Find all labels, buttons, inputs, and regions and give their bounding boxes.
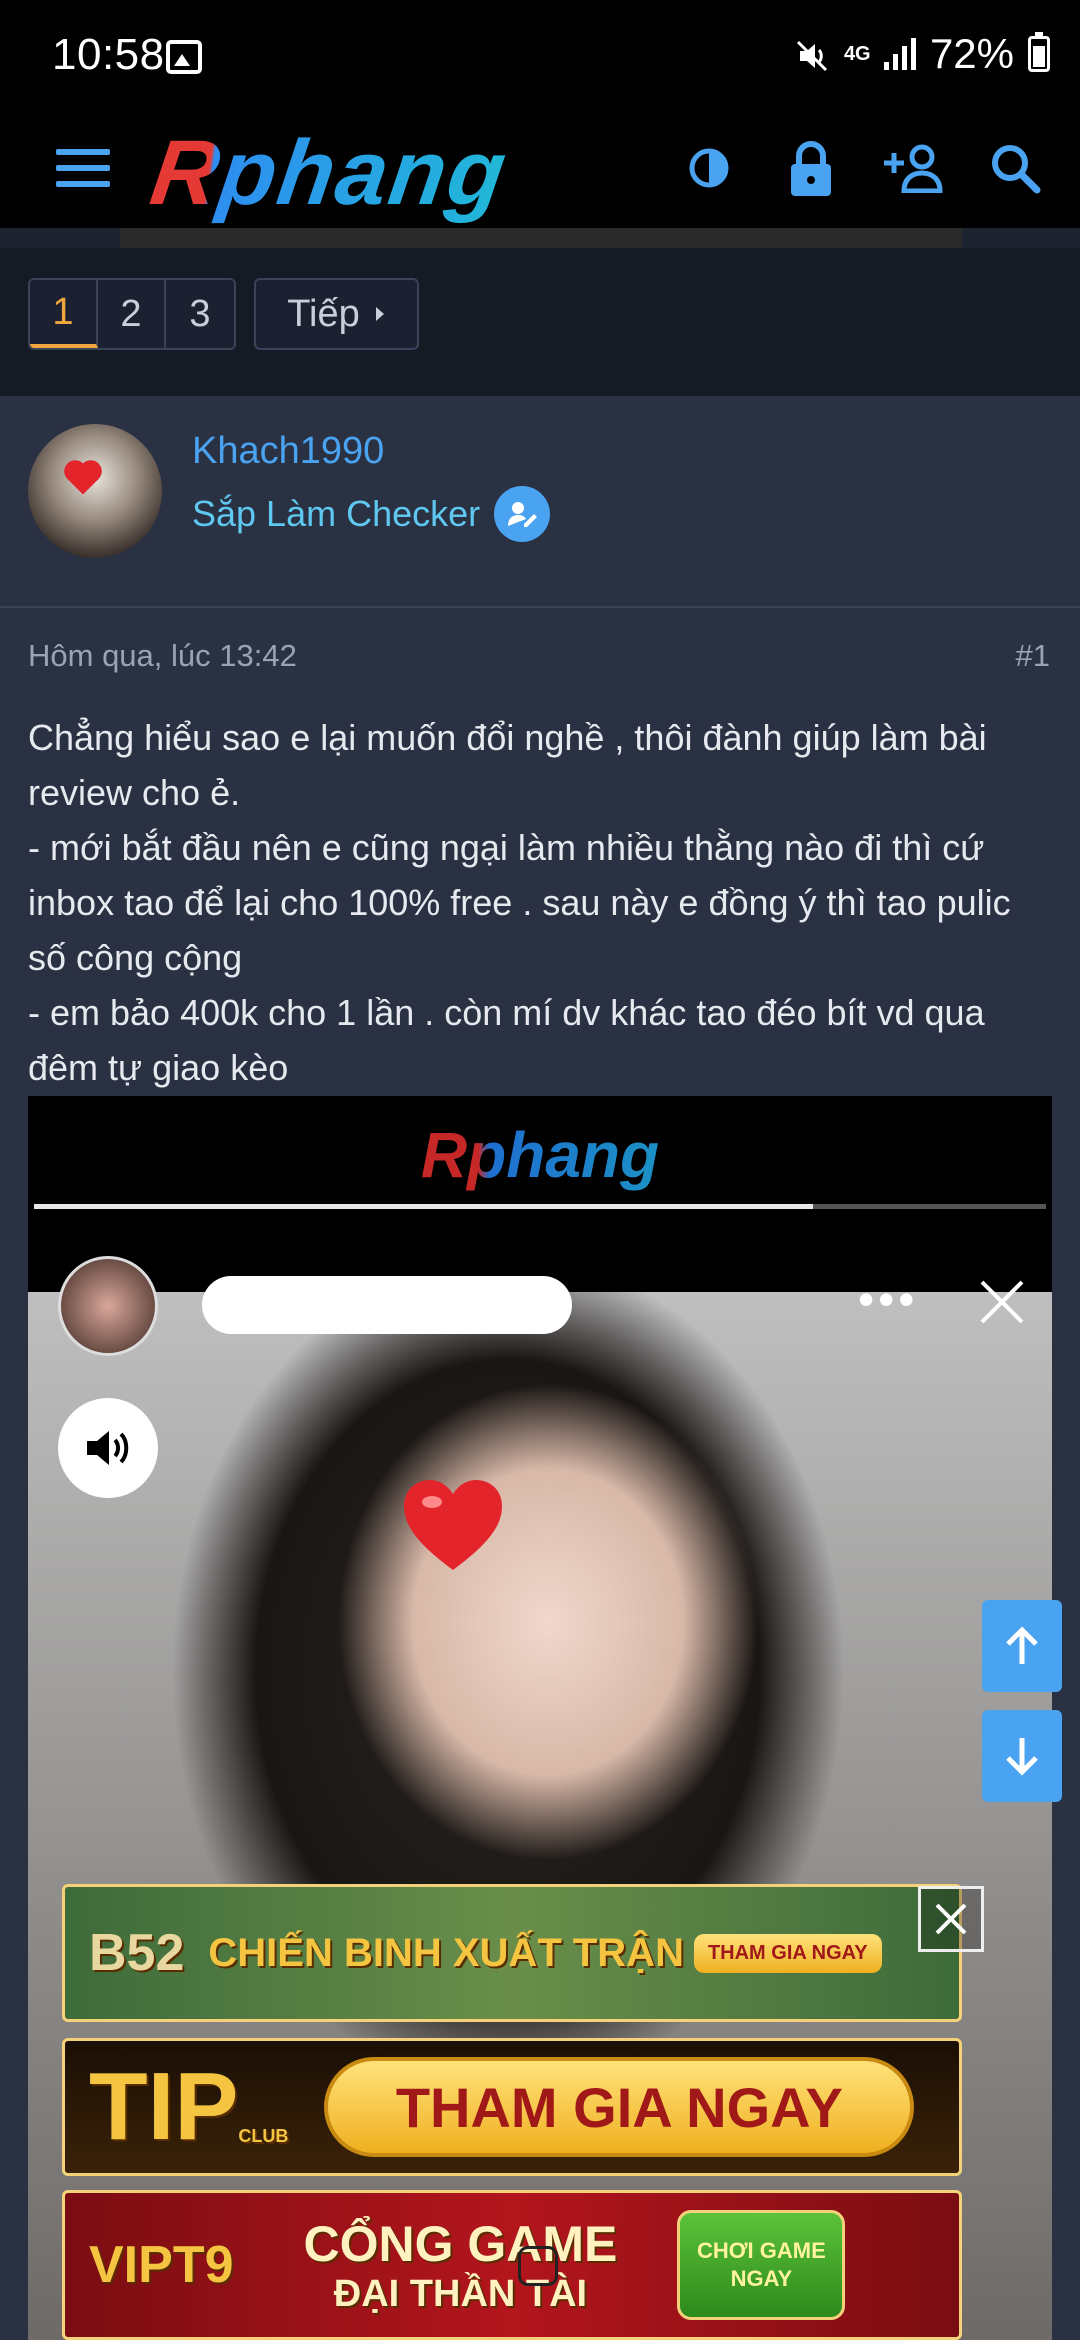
ad-cta: THAM GIA NGAY xyxy=(324,2057,915,2157)
verified-badge-icon xyxy=(494,486,551,542)
pagination: 1 2 3 xyxy=(28,278,236,350)
arrow-up-icon xyxy=(1006,1626,1038,1664)
page-1-button[interactable]: 1 xyxy=(30,280,98,348)
pagination-area: 1 2 3 Tiếp xyxy=(0,248,1080,396)
heart-sticker-icon xyxy=(67,463,99,495)
ad-text: ĐẠI THẦN TÀI xyxy=(333,2272,588,2315)
site-logo[interactable]: Rphang xyxy=(145,121,514,226)
page-3-button[interactable]: 3 xyxy=(166,280,234,348)
ad-brand: VIPT9 xyxy=(89,2236,234,2294)
ad-close-button[interactable] xyxy=(918,1886,984,1952)
ad-cta: CHƠI GAME NGAY xyxy=(677,2210,846,2320)
post-line: - mới bắt đầu nên e cũng ngại làm nhiều … xyxy=(28,827,1021,978)
search-icon[interactable] xyxy=(982,135,1048,201)
ad-text-block: CỔNG GAME ĐẠI THẦN TÀI xyxy=(304,2215,618,2316)
username[interactable]: Khach1990 xyxy=(192,430,384,473)
ad-banner-vipt9[interactable]: VIPT9 CỔNG GAME ĐẠI THẦN TÀI CHƠI GAME N… xyxy=(62,2190,962,2340)
lock-icon[interactable] xyxy=(778,135,844,201)
chevron-right-icon xyxy=(375,307,384,321)
avatar[interactable] xyxy=(28,424,162,558)
post-number[interactable]: #1 xyxy=(1016,638,1050,674)
status-time: 10:58 xyxy=(52,30,165,79)
post-line: - em bảo 400k cho 1 lần . còn mí dv khác… xyxy=(28,992,995,1088)
post-line: Chẳng hiểu sao e lại muốn đổi nghề , thô… xyxy=(28,717,997,813)
ad-sub: CLUB xyxy=(238,2126,289,2146)
more-options-icon: ••• xyxy=(858,1273,919,1325)
battery-percent: 72% xyxy=(929,30,1014,77)
story-avatar xyxy=(58,1256,158,1356)
next-page-button[interactable]: Tiếp xyxy=(254,278,419,350)
next-page-label: Tiếp xyxy=(287,292,360,335)
image-watermark: Rphang xyxy=(28,1118,1052,1192)
menu-icon[interactable] xyxy=(56,143,110,193)
close-icon xyxy=(972,1272,1032,1332)
image-header: Rphang xyxy=(28,1096,1052,1292)
ad-text: CHIẾN BINH XUẤT TRẬN xyxy=(208,1930,684,1975)
post-body: Chẳng hiểu sao e lại muốn đổi nghề , thô… xyxy=(28,710,1058,1095)
ad-brand: TIP xyxy=(89,2053,239,2160)
speaker-icon xyxy=(58,1398,158,1498)
register-user-icon[interactable] xyxy=(880,135,946,201)
redacted-name xyxy=(202,1276,572,1334)
story-progress-fill xyxy=(34,1204,814,1209)
heart-sticker-icon xyxy=(398,1472,508,1582)
arrow-down-icon xyxy=(1006,1738,1038,1776)
ad-brand: B52 xyxy=(89,1924,185,1982)
signal-icon xyxy=(883,38,916,70)
story-photo xyxy=(28,1292,1052,2340)
status-bar: 10:58 4G 72% xyxy=(0,0,1080,115)
scroll-bottom-button[interactable] xyxy=(982,1710,1062,1802)
gallery-notification-icon xyxy=(166,40,202,74)
theme-toggle-icon[interactable] xyxy=(676,135,742,201)
banner-remnant xyxy=(120,228,962,248)
ad-banner-b52[interactable]: B52 CHIẾN BINH XUẤT TRẬN THAM GIA NGAY xyxy=(62,1884,962,2022)
user-title-row: Sắp Làm Checker xyxy=(192,486,551,542)
network-type: 4G xyxy=(843,43,871,65)
ad-cta: THAM GIA NGAY xyxy=(693,1933,882,1973)
mute-icon xyxy=(794,36,830,72)
page-2-button[interactable]: 2 xyxy=(98,280,166,348)
app-header: Rphang xyxy=(0,115,1080,228)
post-timestamp[interactable]: Hôm qua, lúc 13:42 xyxy=(28,638,297,674)
ad-text: CỔNG GAME xyxy=(303,2215,618,2272)
battery-icon xyxy=(1028,32,1050,72)
ad-banner-tip-club[interactable]: TIP CLUB THAM GIA NGAY xyxy=(62,2038,962,2176)
story-progress-track xyxy=(34,1204,1046,1209)
scroll-top-button[interactable] xyxy=(982,1600,1062,1692)
user-title: Sắp Làm Checker xyxy=(192,493,481,534)
post-author-block: Khach1990 Sắp Làm Checker xyxy=(0,396,1080,608)
home-gesture-icon[interactable] xyxy=(518,2246,558,2286)
